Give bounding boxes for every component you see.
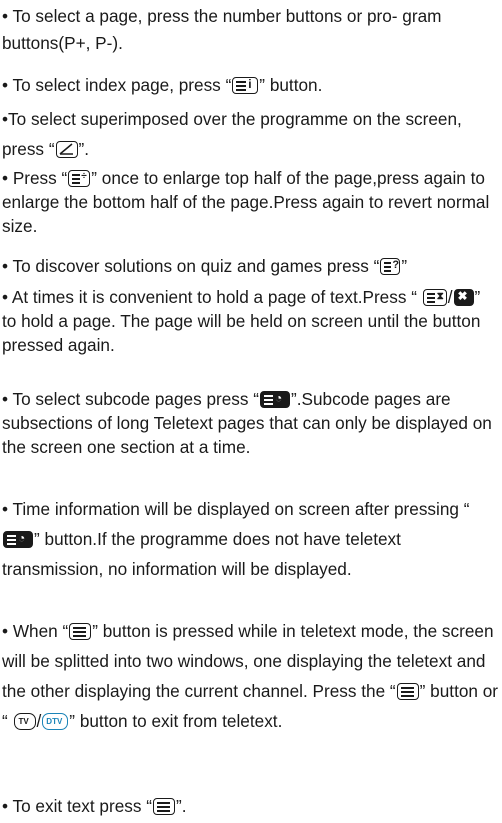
item-text: To select index page, press <box>12 75 221 95</box>
quote-mark: “ <box>62 621 69 641</box>
quote-mark: ” <box>259 75 266 95</box>
list-item: • To exit text press “ ”. <box>2 793 498 820</box>
slash: / <box>447 287 453 307</box>
index-icon: i <box>232 77 259 94</box>
item-text: To select a page, press the number butto… <box>2 6 442 53</box>
quote-mark: ” <box>474 287 481 307</box>
item-text: Press <box>12 168 57 188</box>
item-text: . <box>84 139 90 159</box>
tv-icon: TV <box>13 713 36 730</box>
quote-mark: ” <box>419 681 426 701</box>
item-text: . <box>181 796 187 816</box>
bullet: • <box>2 6 9 26</box>
quote-mark: “ <box>253 389 260 409</box>
text-icon <box>396 683 419 700</box>
bullet: • <box>2 499 9 519</box>
reveal-icon: ? <box>380 258 401 275</box>
quote-mark: “ <box>225 75 232 95</box>
list-item: • At times it is convenient to hold a pa… <box>2 285 498 357</box>
item-text: To discover solutions on quiz and games … <box>12 256 369 276</box>
time-icon: ◔ <box>3 531 33 548</box>
item-text: When <box>12 621 58 641</box>
hold-icon: ⧗ <box>422 289 447 306</box>
manual-page: • To select a page, press the number but… <box>0 0 502 823</box>
list-item: • To select subcode pages press “ ◔ ”.Su… <box>2 387 498 459</box>
item-text: To exit text press <box>12 796 142 816</box>
quote-mark: ” <box>92 621 98 641</box>
bullet: • <box>2 389 9 409</box>
item-text: To select subcode pages press <box>12 389 249 409</box>
list-item: • When “ ” button is pressed while in te… <box>2 616 498 736</box>
quote-mark: ” <box>69 711 76 731</box>
bullet: • <box>2 168 9 188</box>
quote-mark: “ <box>48 139 55 159</box>
size-icon: ÷ <box>68 170 91 187</box>
item-text: At times it is convenient to hold a page… <box>11 287 407 307</box>
bullet: • <box>2 287 9 307</box>
text-icon <box>152 798 175 815</box>
quote-mark: ” <box>34 529 40 549</box>
text-icon <box>69 623 92 640</box>
item-text: button. <box>269 75 323 95</box>
bullet: • <box>2 621 9 641</box>
list-item: • Press “ ÷ ” once to enlarge top half o… <box>2 166 498 238</box>
bullet: • <box>2 256 9 276</box>
mix-icon <box>55 141 78 158</box>
quote-mark: “ <box>146 796 152 816</box>
item-text: button to exit from teletext. <box>79 711 283 731</box>
subcode-icon: ◔ <box>260 391 291 408</box>
list-item: • To select a page, press the number but… <box>2 3 498 57</box>
list-item: • To select index page, press “ i ” butt… <box>2 72 498 99</box>
quote-mark: “ <box>463 499 470 519</box>
quote-mark: “ <box>411 287 417 307</box>
quote-mark: ” <box>401 256 408 276</box>
list-item: • To discover solutions on quiz and game… <box>2 253 498 280</box>
quote-mark: ” <box>91 168 97 188</box>
item-text: button or <box>430 681 499 701</box>
quote-mark: “ <box>389 681 396 701</box>
slash: / <box>36 711 42 731</box>
item-text: to hold a page. The page will be held on… <box>2 311 481 355</box>
quote-mark: “ <box>373 256 380 276</box>
item-text: button.If the programme does not have te… <box>2 529 401 579</box>
bullet: • <box>2 75 9 95</box>
quote-mark: “ <box>61 168 68 188</box>
list-item: • Time information will be displayed on … <box>2 494 498 584</box>
quote-mark: “ <box>2 711 8 731</box>
bullet: • <box>2 796 9 816</box>
hold-dark-icon: ✖ <box>453 289 474 306</box>
list-item: •To select superimposed over the program… <box>2 104 498 164</box>
dtv-icon: DTV <box>42 713 69 730</box>
item-text: Time information will be displayed on sc… <box>12 499 459 519</box>
